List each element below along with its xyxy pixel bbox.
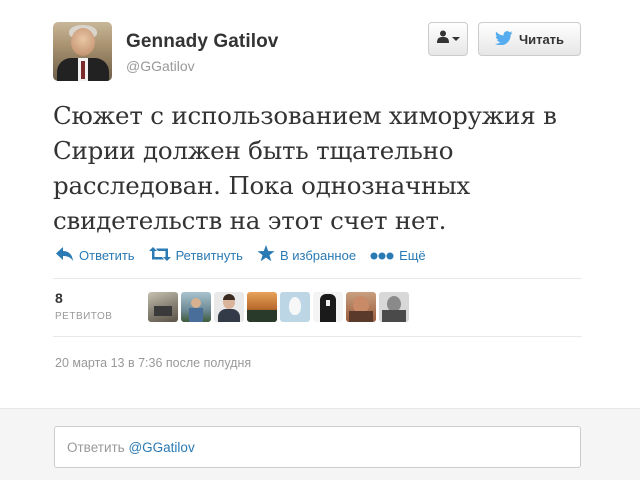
retweet-label: Ретвитнуть	[175, 247, 243, 263]
follow-button[interactable]: Читать	[478, 22, 581, 56]
more-dots-icon	[370, 248, 394, 263]
retweeter-avatar[interactable]	[379, 292, 409, 322]
more-label: Ещё	[399, 247, 426, 263]
divider	[53, 278, 582, 279]
tweet-text-line: свидетельств на этот счет нет.	[53, 206, 447, 235]
profile-name[interactable]: Gennady Gatilov	[126, 31, 278, 53]
retweet-action[interactable]: Ретвитнуть	[148, 246, 243, 264]
reply-input[interactable]: Ответить @GGatilov	[54, 426, 581, 468]
reply-input-placeholder: Ответить	[67, 440, 129, 455]
tweet-text: Сюжет с использованием химоружия в Сирии…	[53, 98, 593, 238]
retweet-stats[interactable]: 8 РЕТВИТОВ	[55, 290, 112, 322]
user-actions-button[interactable]	[428, 22, 468, 56]
user-icon	[436, 30, 449, 48]
retweet-count-label: РЕТВИТОВ	[55, 311, 113, 322]
tweet-text-line: расследован. Пока однозначных	[53, 171, 471, 200]
retweet-icon	[148, 246, 171, 264]
divider	[53, 336, 582, 337]
retweeter-avatar[interactable]	[280, 292, 310, 322]
more-action[interactable]: Ещё	[370, 248, 426, 263]
retweeter-avatar[interactable]	[346, 292, 376, 322]
reply-label: Ответить	[79, 247, 135, 263]
retweeter-avatar[interactable]	[214, 292, 244, 322]
chevron-down-icon	[451, 37, 460, 41]
retweeter-avatar[interactable]	[247, 292, 277, 322]
tweet-actions: Ответить Ретвитнуть В избранное Ещё	[56, 245, 440, 265]
reply-mention: @GGatilov	[128, 440, 195, 455]
favorite-label: В избранное	[279, 247, 357, 263]
retweeter-avatars	[148, 292, 409, 322]
follow-button-label: Читать	[518, 31, 565, 47]
tweet-timestamp[interactable]: 20 марта 13 в 7:36 после полудня	[55, 356, 251, 370]
favorite-action[interactable]: В избранное	[257, 245, 356, 265]
retweeter-avatar[interactable]	[181, 292, 211, 322]
reply-icon	[56, 246, 74, 264]
profile-avatar[interactable]	[53, 22, 112, 81]
tweet-text-line: Сюжет с использованием химоружия в	[53, 101, 557, 130]
profile-handle[interactable]: @GGatilov	[126, 58, 195, 74]
retweeter-avatar[interactable]	[313, 292, 343, 322]
star-icon	[257, 245, 275, 265]
retweeter-avatar[interactable]	[148, 292, 178, 322]
reply-action[interactable]: Ответить	[56, 246, 135, 264]
retweet-count: 8	[55, 290, 63, 306]
twitter-bird-icon	[494, 30, 513, 48]
tweet-text-line: Сирии должен быть тщательно	[53, 136, 454, 165]
